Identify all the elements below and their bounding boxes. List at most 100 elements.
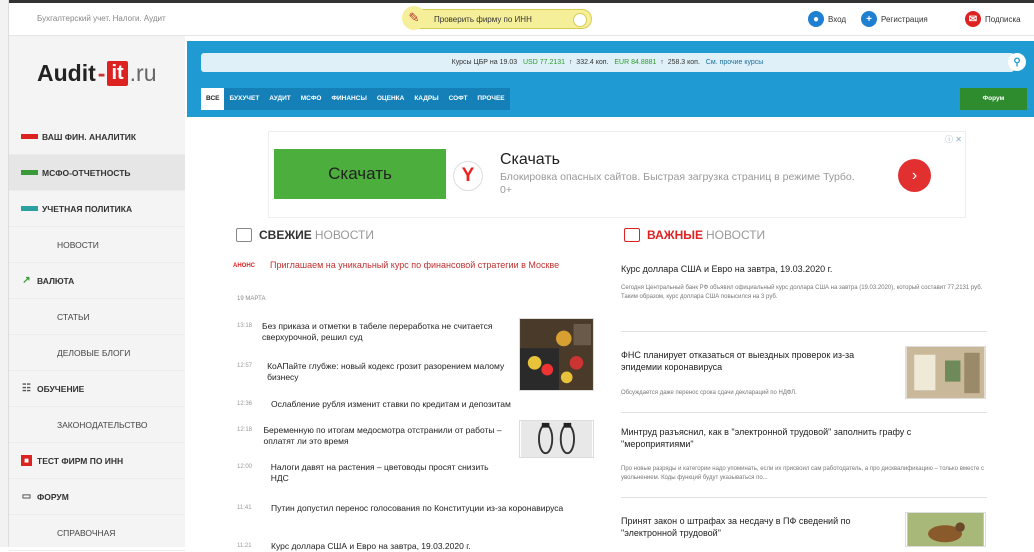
important-headline[interactable]: Минтруд разъяснил, как в "электронной тр…	[621, 426, 981, 450]
news-headline: Беременную по итогам медосмотра отстрани…	[263, 425, 502, 446]
news-thumbnail-crates	[519, 318, 594, 391]
ad-close-icon[interactable]: ⓘ ✕	[945, 134, 962, 145]
sidebar-item-blogs[interactable]: Деловые блоги	[9, 335, 185, 371]
sidebar-item-forum[interactable]: ▭ Форум	[9, 479, 185, 515]
important-headline[interactable]: Курс доллара США и Евро на завтра, 19.03…	[621, 263, 981, 275]
news-item[interactable]: 11:41 Путин допустил перенос голосования…	[237, 503, 577, 514]
sidebar-item-label: Ваш фин. аналитик	[42, 131, 137, 142]
news-item[interactable]: 12:00 Налоги давят на растения – цветово…	[237, 462, 507, 484]
announcement[interactable]: АНОНС Приглашаем на уникальный курс по ф…	[233, 260, 593, 271]
logo-ru: .ru	[129, 59, 157, 86]
sidebar-item-articles[interactable]: Статьи	[9, 299, 185, 335]
divider	[621, 412, 987, 413]
other-rates-link[interactable]: См. прочие курсы	[706, 59, 764, 66]
book-icon: ☷	[22, 383, 31, 394]
sidebar-item-label: Справочная	[57, 527, 116, 538]
news-icon	[236, 228, 252, 242]
register-label: Регистрация	[881, 14, 928, 24]
news-headline: Без приказа и отметки в табеле переработ…	[261, 321, 493, 342]
news-thumbnail-bird	[905, 512, 986, 547]
site-logo[interactable]: Audit - it .ru	[37, 53, 177, 93]
red-square-icon: ■	[21, 455, 32, 466]
top-bar: Бухгалтерский учет. Налоги. Аудит ✎ Пров…	[9, 3, 1034, 36]
sidebar-item-label: Деловые блоги	[57, 347, 131, 358]
fresh-title-bold: Свежие	[259, 228, 312, 242]
sidebar-item-currency[interactable]: ↗ Валюта	[9, 263, 185, 299]
news-time: 11:21	[237, 543, 252, 549]
eur-rate: EUR 84.8881	[614, 59, 657, 66]
check-company-label: Проверить фирму по ИНН	[434, 14, 532, 24]
tab-all[interactable]: Все	[201, 88, 225, 110]
header-bar: Курсы ЦБР на 19.03 USD 77.2131 ↑ 332.4 к…	[187, 41, 1034, 117]
important-text: Про новые разряды и категории надо упоми…	[621, 466, 985, 481]
yandex-logo-icon: Y	[453, 161, 483, 191]
important-text: Сегодня Центральный банк РФ объявил офиц…	[621, 285, 983, 300]
news-time: 13:18	[237, 323, 253, 329]
sidebar-item-legislation[interactable]: Законодательство	[9, 407, 185, 443]
tab-audit[interactable]: Аудит	[264, 88, 296, 110]
news-headline: Ослабление рубля изменит ставки по креди…	[271, 399, 511, 409]
scroll-gutter	[0, 0, 9, 547]
register-link[interactable]: + Регистрация	[861, 11, 928, 27]
ad-banner[interactable]: Скачать Y Скачать Блокировка опасных сай…	[268, 131, 966, 218]
site-tagline: Бухгалтерский учет. Налоги. Аудит	[37, 14, 166, 23]
news-thumbnail-safety-pins	[519, 420, 594, 458]
news-date: 19 марта	[237, 296, 266, 302]
search-icon[interactable]: ⚲	[1008, 53, 1026, 71]
usd-change: 332.4 коп.	[576, 59, 609, 66]
tab-hr[interactable]: Кадры	[409, 88, 444, 110]
chat-icon: ▭	[21, 491, 32, 502]
sidebar-item-news[interactable]: Новости	[9, 227, 185, 263]
rates-prefix: Курсы ЦБР на 19.03	[451, 59, 518, 66]
fresh-title-rest: новости	[314, 228, 374, 242]
important-title-rest: новости	[706, 228, 766, 242]
news-time: 12:36	[237, 401, 253, 407]
play-icon	[573, 13, 587, 27]
tab-accounting[interactable]: Бухучет	[224, 88, 265, 110]
mail-icon: ✉	[965, 11, 981, 27]
news-icon	[624, 228, 640, 242]
tab-finance[interactable]: Финансы	[326, 88, 372, 110]
forum-button[interactable]: Форум	[960, 88, 1027, 110]
sidebar-item-label: МСФО-отчетность	[42, 167, 131, 178]
news-headline: Путин допустил перенос голосования по Ко…	[271, 503, 564, 513]
sidebar-item-fin-analyst[interactable]: Ваш фин. аналитик	[9, 119, 185, 155]
important-title-bold: Важные	[647, 228, 703, 242]
sidebar-item-label: Тест фирм по ИНН	[37, 455, 124, 466]
login-link[interactable]: ● Вход	[808, 11, 846, 27]
subscribe-link[interactable]: ✉ Подписка	[965, 11, 1021, 27]
sidebar-item-education[interactable]: ☷ Обучение	[9, 371, 185, 407]
news-time: 12:57	[237, 363, 253, 369]
pencil-icon: ✎	[402, 6, 426, 30]
news-item[interactable]: 12:57 КоАПайте глубже: новый кодекс гроз…	[237, 361, 507, 383]
arrow-right-icon[interactable]: ›	[898, 159, 931, 192]
important-headline[interactable]: Принят закон о штрафах за несдачу в ПФ с…	[621, 515, 891, 539]
plus-icon: +	[861, 11, 877, 27]
sidebar-item-inn-test[interactable]: ■ Тест фирм по ИНН	[9, 443, 185, 479]
usd-rate: USD 77.2131	[522, 59, 566, 66]
tab-ifrs[interactable]: МСФО	[295, 88, 327, 110]
important-headline[interactable]: ФНС планирует отказаться от выездных про…	[621, 349, 891, 373]
news-item[interactable]: 12:36 Ослабление рубля изменит ставки по…	[237, 399, 597, 410]
news-item[interactable]: 12:18 Беременную по итогам медосмотра от…	[237, 425, 517, 447]
sidebar-item-ifrs[interactable]: МСФО-отчетность	[9, 155, 185, 191]
usd-change-arrow: ↑	[568, 59, 573, 66]
sidebar-item-reference[interactable]: Справочная	[9, 515, 185, 551]
tab-other[interactable]: Прочее	[472, 88, 510, 110]
tab-software[interactable]: Софт	[443, 88, 473, 110]
announcement-tag: АНОНС	[233, 263, 255, 269]
fresh-news-title: Свежие новости	[236, 228, 374, 242]
red-flag-icon	[21, 134, 38, 139]
sidebar-item-label: Форум	[37, 491, 69, 502]
check-company-button[interactable]: ✎ Проверить фирму по ИНН	[402, 6, 592, 30]
sidebar-item-label: Учетная политика	[42, 203, 133, 214]
teal-flag-icon	[21, 206, 38, 211]
ad-download-button[interactable]: Скачать	[274, 149, 446, 199]
news-item[interactable]: 13:18 Без приказа и отметки в табеле пер…	[237, 321, 507, 343]
green-flag-icon	[21, 170, 38, 175]
ad-title: Скачать	[500, 151, 560, 168]
sidebar-item-accounting-policy[interactable]: Учетная политика	[9, 191, 185, 227]
tab-valuation[interactable]: Оценка	[371, 88, 410, 110]
eur-change-arrow: ↑	[660, 59, 664, 66]
ad-text: Блокировка опасных сайтов. Быстрая загру…	[500, 171, 855, 196]
